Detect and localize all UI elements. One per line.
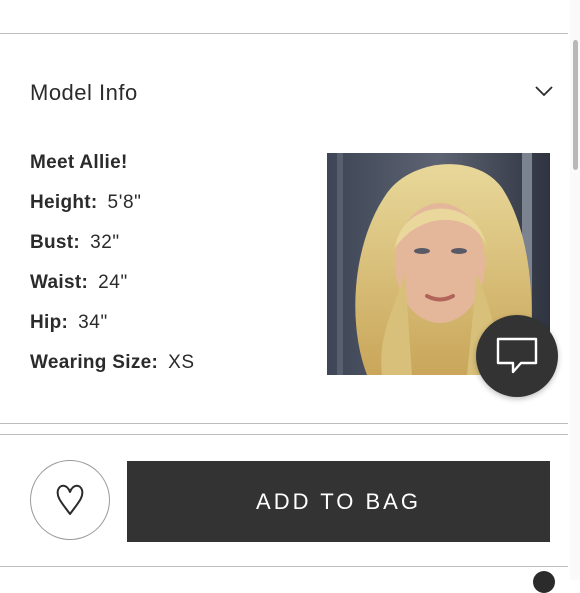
- wishlist-button[interactable]: [30, 460, 110, 540]
- stat-bust: Bust: 32": [30, 232, 120, 254]
- model-intro: Meet Allie!: [30, 152, 128, 173]
- heart-icon: [56, 484, 84, 515]
- stat-value: XS: [168, 352, 195, 373]
- stat-value: 32": [90, 232, 120, 253]
- stat-label: Height:: [30, 192, 98, 213]
- stat-value: 34": [78, 312, 108, 333]
- stat-label: Hip:: [30, 312, 69, 333]
- info-badge[interactable]: [533, 571, 555, 593]
- section-divider: [0, 423, 568, 424]
- chat-bubble-icon: [496, 337, 538, 374]
- stat-label: Bust:: [30, 232, 81, 253]
- bottom-divider: [0, 566, 568, 567]
- stat-height: Height: 5'8": [30, 192, 141, 214]
- stat-value: 5'8": [107, 192, 142, 213]
- section-title: Model Info: [30, 80, 138, 105]
- top-divider: [0, 33, 568, 34]
- stat-label: Waist:: [30, 272, 89, 293]
- stat-value: 24": [98, 272, 128, 293]
- stat-hip: Hip: 34": [30, 312, 108, 334]
- chat-button[interactable]: [476, 315, 558, 397]
- scrollbar-track[interactable]: [570, 0, 580, 580]
- section-divider: [0, 434, 568, 435]
- add-to-bag-button[interactable]: ADD TO BAG: [127, 461, 550, 542]
- stat-wearing-size: Wearing Size: XS: [30, 352, 195, 374]
- stat-label: Wearing Size:: [30, 352, 159, 373]
- chevron-down-icon[interactable]: [534, 84, 554, 98]
- stat-waist: Waist: 24": [30, 272, 128, 294]
- scrollbar-thumb[interactable]: [573, 40, 578, 170]
